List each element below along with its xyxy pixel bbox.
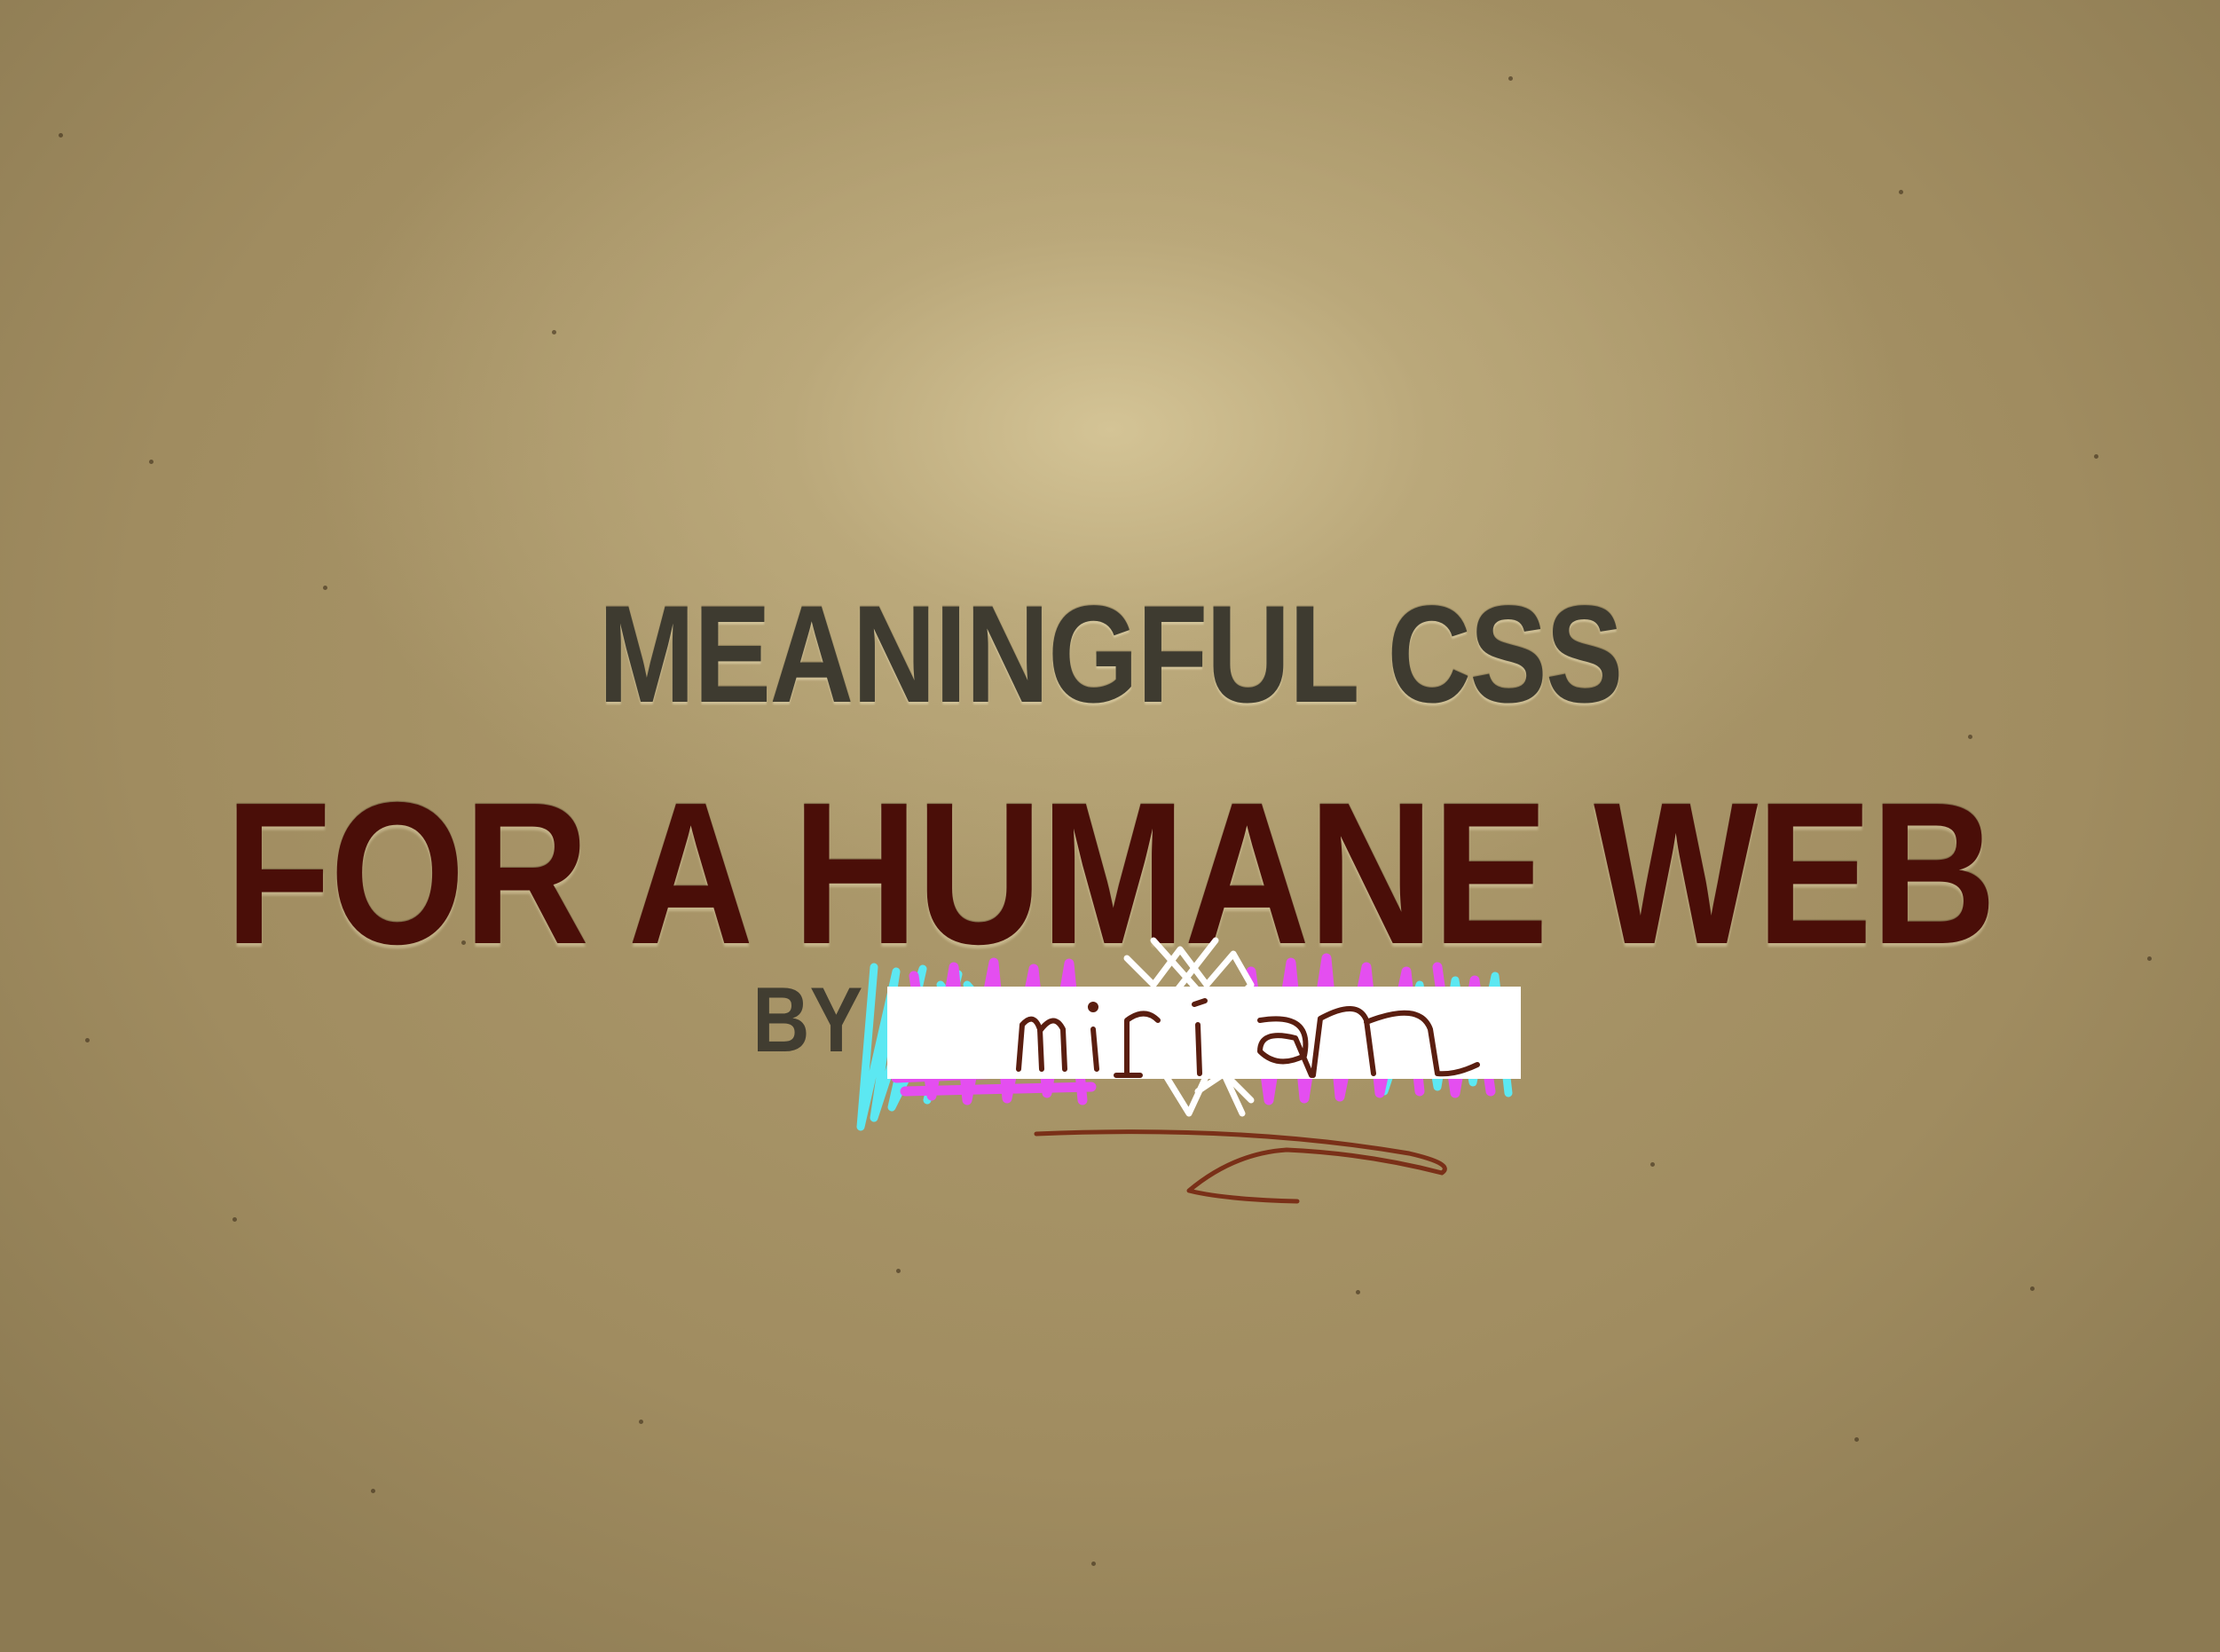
paper-speck xyxy=(896,1269,901,1273)
paper-speck xyxy=(2030,1286,2035,1291)
handwritten-name-miriam xyxy=(1016,998,1480,1078)
cyan-scribble xyxy=(856,963,1513,1131)
paper-speck xyxy=(1356,1290,1360,1294)
paper-speck xyxy=(149,460,154,464)
paper-speck xyxy=(552,330,556,334)
paper-speck xyxy=(1650,1162,1655,1167)
name-cover-box xyxy=(887,987,1521,1079)
paper-speck xyxy=(1091,1562,1096,1566)
title-line-1: MEANINGFUL CSS xyxy=(598,578,1623,732)
paper-speck xyxy=(1854,1437,1859,1442)
paper-speck xyxy=(232,1217,237,1222)
paper-speck xyxy=(85,1038,90,1042)
paper-speck xyxy=(1899,190,1903,194)
paper-speck xyxy=(59,133,63,138)
paper-speck xyxy=(371,1489,375,1493)
paper-speck xyxy=(2147,956,2152,961)
title-line-2: FOR A HUMANE WEB xyxy=(224,761,1997,987)
paper-speck xyxy=(2094,454,2098,459)
paper-speck xyxy=(1968,735,1972,739)
paper-speck xyxy=(1508,76,1513,81)
arrow-annotation xyxy=(1034,1129,1447,1204)
paper-speck xyxy=(639,1420,643,1424)
byline-prefix: BY xyxy=(752,969,863,1072)
